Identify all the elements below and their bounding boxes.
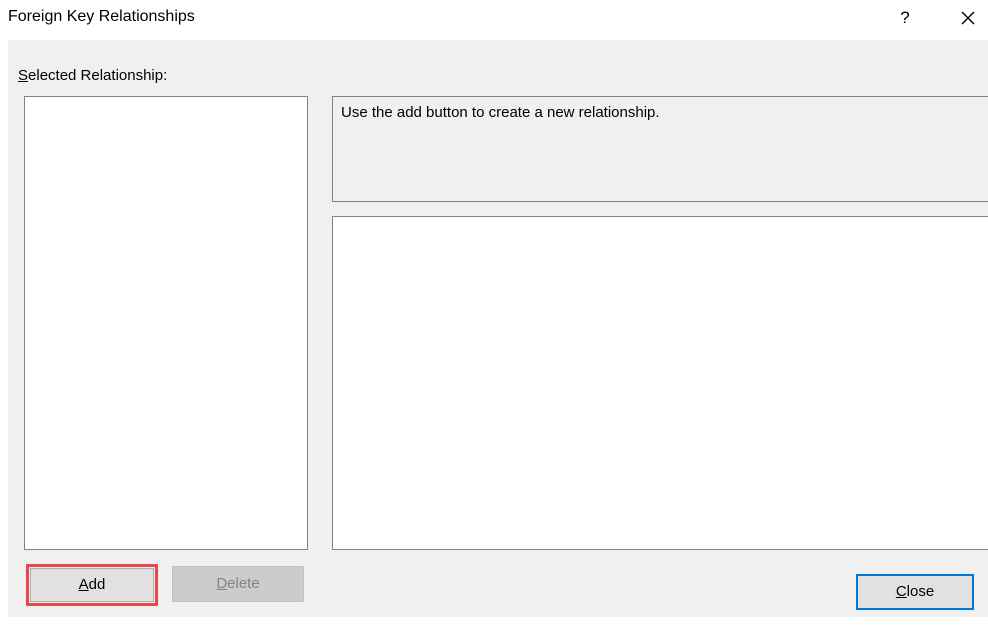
- label-text: elected Relationship:: [28, 67, 168, 84]
- delete-label: elete: [227, 575, 260, 592]
- title-bar: Foreign Key Relationships ?: [0, 0, 988, 40]
- add-mnemonic: A: [78, 576, 89, 593]
- close-button[interactable]: Close: [856, 574, 974, 610]
- help-button[interactable]: ?: [893, 6, 917, 30]
- foreign-key-relationships-dialog: Foreign Key Relationships ? Selected Rel…: [0, 0, 988, 625]
- description-text: Use the add button to create a new relat…: [341, 104, 660, 121]
- close-icon[interactable]: [956, 6, 980, 30]
- properties-grid[interactable]: [332, 216, 988, 550]
- delete-mnemonic: D: [216, 575, 228, 592]
- window-title: Foreign Key Relationships: [8, 8, 195, 25]
- description-box: Use the add button to create a new relat…: [332, 96, 988, 202]
- label-mnemonic: S: [18, 67, 29, 84]
- close-label: lose: [906, 583, 935, 600]
- selected-relationship-label: Selected Relationship:: [18, 67, 167, 84]
- close-mnemonic: C: [895, 583, 907, 600]
- add-button[interactable]: Add: [30, 568, 154, 602]
- relationship-list[interactable]: [24, 96, 308, 550]
- add-label: dd: [88, 576, 106, 593]
- delete-button[interactable]: Delete: [172, 566, 304, 602]
